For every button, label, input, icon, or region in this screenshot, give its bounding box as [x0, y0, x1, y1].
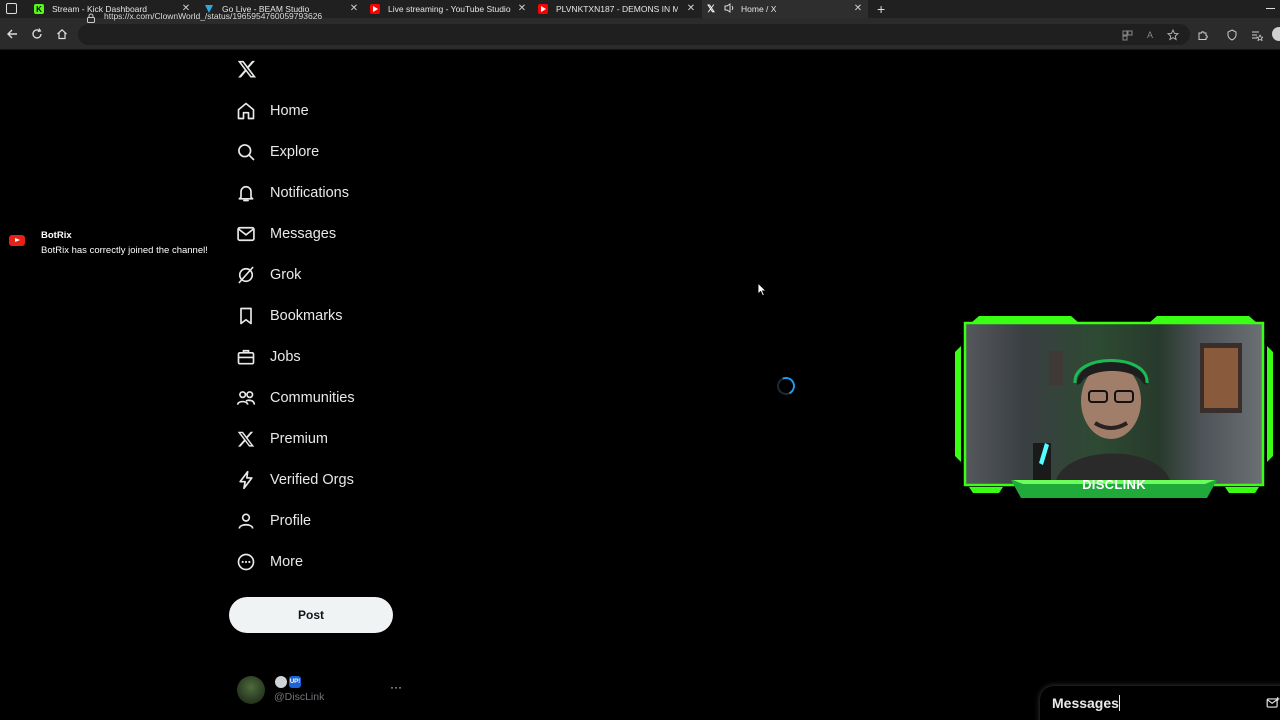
collections-icon[interactable] — [1251, 29, 1263, 41]
lightning-icon — [236, 470, 256, 490]
messages-drawer-title: Messages — [1052, 695, 1119, 711]
nav-home[interactable]: Home — [236, 96, 309, 126]
loading-spinner — [774, 374, 798, 398]
close-tab-icon[interactable]: ✕ — [685, 3, 697, 15]
nav-more[interactable]: More — [236, 547, 303, 577]
tab-title: PLVNKTXN187 - DEMONS IN MY — [556, 4, 678, 14]
close-tab-icon[interactable]: ✕ — [516, 3, 528, 15]
back-arrow-icon — [7, 29, 17, 39]
x-icon — [236, 429, 256, 449]
speaker-icon[interactable] — [724, 3, 735, 15]
nav-communities[interactable]: Communities — [236, 383, 355, 413]
app-available-icon[interactable] — [1121, 29, 1133, 41]
home-icon — [236, 101, 256, 121]
x-logo-icon[interactable] — [237, 59, 257, 79]
minimize-window-button[interactable] — [1266, 8, 1275, 9]
browser-essentials-icon[interactable] — [1226, 29, 1238, 41]
account-badges: UP! — [275, 676, 301, 688]
url-field[interactable] — [78, 24, 1190, 45]
person-icon — [236, 511, 256, 531]
youtube-icon — [370, 4, 380, 14]
browser-profile-avatar[interactable] — [1272, 27, 1280, 41]
nav-label: Explore — [270, 144, 320, 160]
nav-explore[interactable]: Explore — [236, 137, 319, 167]
nav-label: Profile — [270, 513, 312, 529]
grok-icon — [236, 265, 256, 285]
nav-messages[interactable]: Messages — [236, 219, 336, 249]
bookmark-icon — [236, 306, 256, 326]
account-switcher[interactable]: UP! @DiscLink ··· — [236, 672, 406, 708]
close-tab-icon[interactable]: ✕ — [348, 3, 360, 15]
tab-actions-icon[interactable] — [6, 3, 17, 14]
nav-premium[interactable]: Premium — [236, 424, 328, 454]
tab-youtube-studio[interactable]: Live streaming - YouTube Studio ✕ — [370, 0, 528, 18]
chat-username: BotRix — [41, 230, 72, 241]
nav-label: Premium — [270, 431, 329, 447]
nav-label: Grok — [270, 267, 302, 283]
account-more-icon[interactable]: ··· — [390, 680, 402, 694]
address-bar — [0, 18, 1280, 50]
more-circle-icon — [236, 552, 256, 572]
site-info-icon[interactable] — [86, 10, 96, 28]
home-icon — [57, 28, 67, 40]
nav-label: Verified Orgs — [270, 472, 354, 488]
nav-profile[interactable]: Profile — [236, 506, 311, 536]
account-handle: @DiscLink — [274, 691, 325, 703]
nav-jobs[interactable]: Jobs — [236, 342, 301, 372]
nav-grok[interactable]: Grok — [236, 260, 301, 290]
favorite-star-icon[interactable] — [1167, 29, 1179, 41]
nav-verified-orgs[interactable]: Verified Orgs — [236, 465, 354, 495]
close-tab-icon[interactable]: ✕ — [852, 3, 864, 15]
back-button[interactable] — [1, 18, 23, 50]
new-tab-button[interactable]: + — [877, 1, 885, 17]
account-badge: UP! — [289, 676, 301, 688]
kick-icon: K — [34, 4, 44, 14]
nav-bookmarks[interactable]: Bookmarks — [236, 301, 343, 331]
briefcase-icon — [236, 347, 256, 367]
people-icon — [236, 388, 256, 408]
messages-drawer[interactable]: Messages — [1040, 686, 1280, 720]
nav-label: Communities — [270, 390, 355, 406]
webcam-frame — [955, 316, 1273, 498]
streamer-name: DISCLINK — [1082, 477, 1146, 492]
reload-icon — [32, 28, 42, 39]
bell-icon — [236, 183, 256, 203]
post-button[interactable]: Post — [229, 597, 393, 633]
nav-notifications[interactable]: Notifications — [236, 178, 349, 208]
nav-label: Jobs — [270, 349, 301, 365]
tab-title: Home / X — [741, 4, 777, 14]
x-icon: 𝕏 — [706, 3, 716, 15]
mouse-cursor-icon — [757, 281, 768, 302]
tab-title: Live streaming - YouTube Studio — [388, 4, 511, 14]
new-message-icon[interactable] — [1266, 696, 1280, 715]
reload-button[interactable] — [26, 18, 48, 50]
webcam-overlay: DISCLINK — [951, 312, 1277, 500]
text-caret — [1119, 695, 1120, 711]
home-button[interactable] — [51, 18, 73, 50]
nav-label: Home — [270, 103, 309, 119]
chat-message: BotRix has correctly joined the channel! — [41, 245, 208, 256]
nav-label: Messages — [270, 226, 337, 242]
envelope-icon — [236, 224, 256, 244]
search-icon — [236, 142, 256, 162]
tab-youtube-video[interactable]: PLVNKTXN187 - DEMONS IN MY ✕ — [538, 0, 697, 18]
nav-label: Notifications — [270, 185, 349, 201]
youtube-icon — [9, 235, 25, 246]
read-aloud-icon[interactable]: A — [1144, 29, 1156, 41]
url-text[interactable]: https://x.com/ClownWorld_/status/1965954… — [104, 11, 322, 21]
avatar — [237, 676, 265, 704]
nav-label: More — [270, 554, 304, 570]
community-badge-icon — [275, 676, 287, 688]
chat-notification: BotRix BotRix has correctly joined the c… — [8, 229, 233, 261]
youtube-icon — [538, 4, 548, 14]
extensions-icon[interactable] — [1197, 29, 1209, 41]
nav-label: Bookmarks — [270, 308, 343, 324]
tab-x-home[interactable]: 𝕏 Home / X ✕ — [702, 0, 868, 18]
